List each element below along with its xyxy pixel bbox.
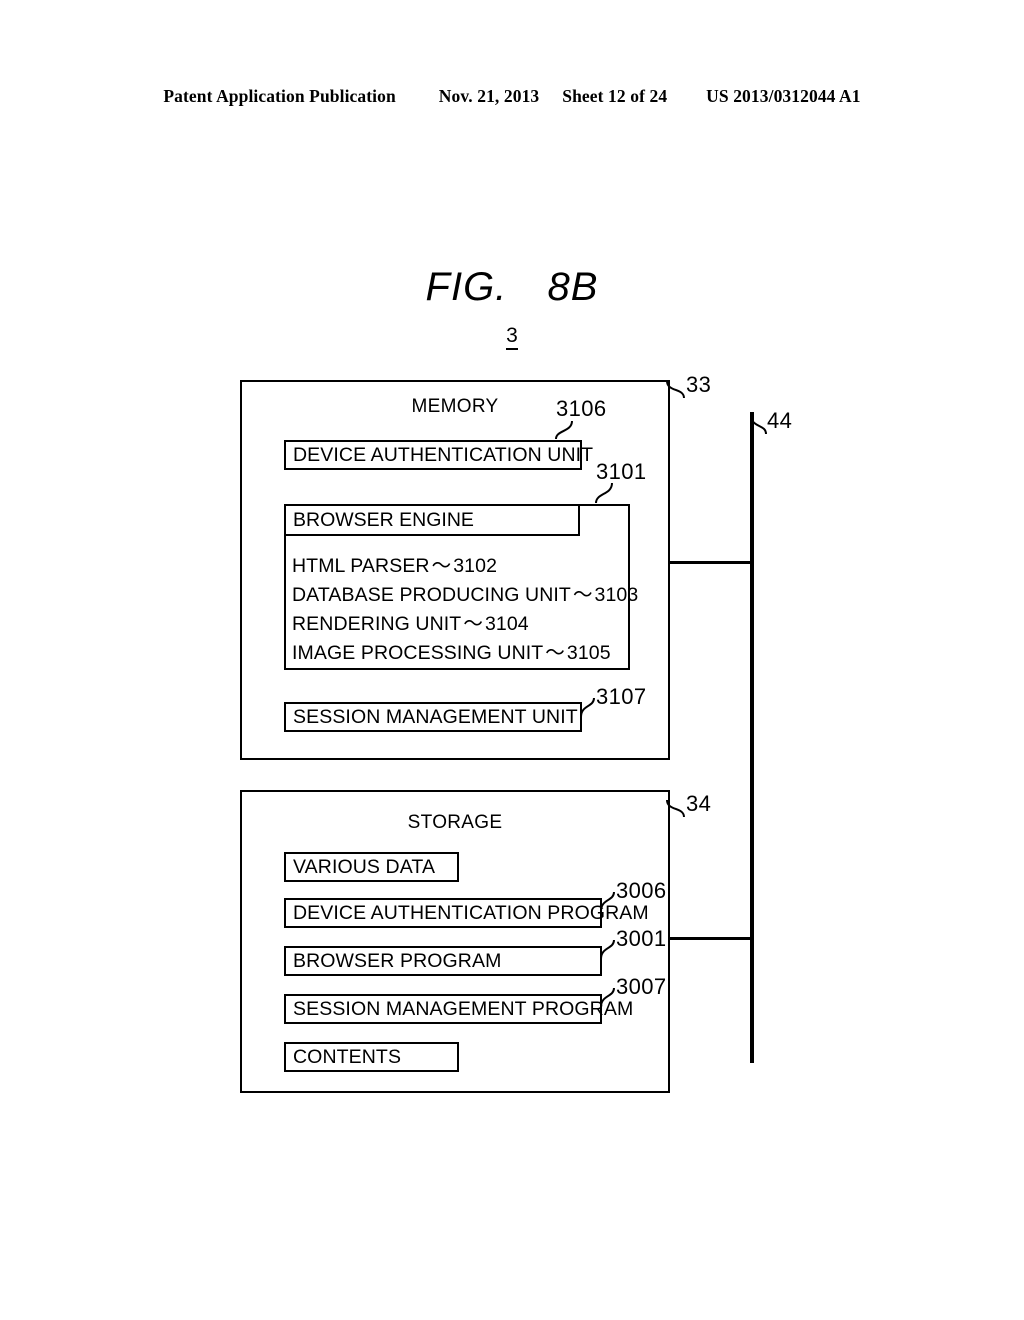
storage-title: STORAGE [407,812,503,833]
item-label: DATABASE PRODUCING UNIT [292,584,571,606]
header-publication: Patent Application Publication [163,86,396,106]
item-ref: 3102 [453,555,498,577]
storage-item-browser-program[interactable]: BROWSER PROGRAM [284,946,602,976]
header-patent-number: US 2013/0312044 A1 [706,86,861,106]
item-ref: 3103 [594,584,639,606]
figure-device-ref: 3 [0,324,1024,350]
item-ref: 3104 [484,613,529,635]
session-management-unit[interactable]: SESSION MANAGEMENT UNIT [284,702,582,732]
figure-title-number: 8B [547,265,599,309]
memory-bus-connector [670,561,752,564]
browser-engine-title[interactable]: BROWSER ENGINE [284,504,580,536]
item-label: HTML PARSER [292,555,430,577]
storage-item-session-management-program[interactable]: SESSION MANAGEMENT PROGRAM [284,994,633,1024]
header-date: Nov. 21, 2013 [438,86,540,106]
tilde-glyph: 〜 [431,555,452,577]
tilde-glyph: 〜 [545,642,565,664]
storage-item-various-data[interactable]: VARIOUS DATA [284,852,459,882]
tilde-glyph: 〜 [463,613,483,635]
tilde-glyph: 〜 [572,584,593,606]
storage-item-contents[interactable]: CONTENTS [284,1042,459,1072]
browser-engine-item-image-processing-unit: IMAGE PROCESSING UNIT 〜 3105 [292,636,611,665]
item-label: RENDERING UNIT [292,613,462,635]
session-management-unit-leader-line [580,697,595,718]
figure-title: FIG. 8B [0,265,1024,310]
bus-leader-line [750,414,767,435]
item-label: IMAGE PROCESSING UNIT [292,642,544,664]
memory-leader-line [666,380,685,399]
system-bus-line [750,412,754,1063]
storage-bus-connector [670,937,752,940]
header-sheet: Sheet 12 of 24 [562,86,668,106]
device-auth-unit-leader-line [555,420,573,440]
page-header: Patent Application Publication Nov. 21, … [0,86,1024,107]
session-management-program-leader-line [600,987,615,1008]
storage-leader-line [666,799,685,818]
item-ref: 3105 [566,642,611,664]
browser-program-leader-line [600,939,615,960]
storage-item-device-authentication-program[interactable]: DEVICE AUTHENTICATION PROGRAM [284,898,649,928]
figure-title-prefix: FIG. [425,265,508,309]
browser-engine-leader-line [595,482,613,504]
browser-engine-item-html-parser: HTML PARSER 〜 3102 [292,549,497,578]
browser-engine-item-rendering-unit: RENDERING UNIT 〜 3104 [292,607,529,636]
browser-engine-item-database-producing-unit: DATABASE PRODUCING UNIT 〜 3103 [292,578,638,607]
device-authentication-program-leader-line [600,891,615,912]
device-auth-unit-ref-number: 3106 [556,396,607,421]
device-authentication-unit[interactable]: DEVICE AUTHENTICATION UNIT [284,440,593,470]
